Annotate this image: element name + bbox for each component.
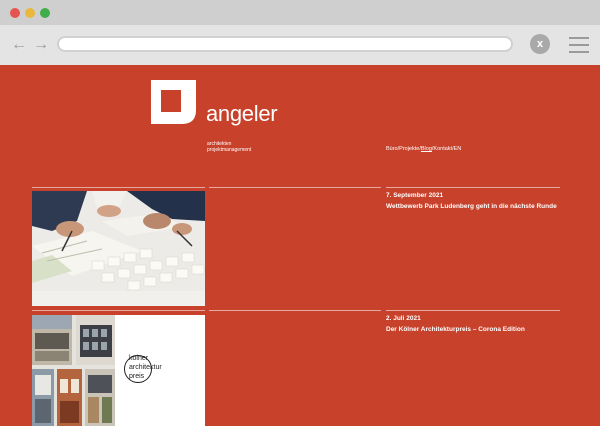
nav-item-projekte[interactable]: Projekte xyxy=(399,146,419,152)
window-close-dot[interactable] xyxy=(10,8,20,18)
award-logo-line: kölner xyxy=(129,355,149,362)
award-logo-text: kölner architektur preis xyxy=(129,354,162,381)
post-title-link[interactable]: Der Kölner Architekturpreis – Corona Edi… xyxy=(386,325,566,334)
divider xyxy=(386,310,560,311)
building-photo-collage xyxy=(32,315,115,426)
post-title-link[interactable]: Wettbewerb Park Ludenberg geht in die nä… xyxy=(386,202,566,211)
nav-item-en[interactable]: EN xyxy=(454,146,462,152)
post-date: 2. Juli 2021 xyxy=(386,315,421,322)
tagline: architekten projektmanagement xyxy=(207,141,251,153)
post-date: 7. September 2021 xyxy=(386,192,444,199)
award-logo-line: architektur xyxy=(129,364,162,371)
divider xyxy=(209,310,381,311)
window-minimize-dot[interactable] xyxy=(25,8,35,18)
close-icon[interactable]: x xyxy=(530,34,550,54)
tagline-line-2: projektmanagement xyxy=(207,147,252,153)
window-maximize-dot[interactable] xyxy=(40,8,50,18)
arrow-right-icon[interactable]: → xyxy=(32,36,50,54)
page-content: angeler architekten projektmanagement Bü… xyxy=(0,65,600,426)
nav-item-kontakt[interactable]: Kontakt xyxy=(433,146,452,152)
award-logo-line: preis xyxy=(129,373,145,380)
nav-item-buero[interactable]: Büro xyxy=(386,146,398,152)
title-bar xyxy=(0,0,600,25)
nav-item-blog[interactable]: Blog xyxy=(421,146,432,152)
post-image[interactable]: kölner architektur preis xyxy=(32,315,205,426)
divider xyxy=(209,187,381,188)
post-image[interactable] xyxy=(32,191,205,306)
logo-wordmark[interactable]: angeler xyxy=(206,101,278,127)
address-bar[interactable] xyxy=(57,36,513,52)
meeting-photo xyxy=(32,191,205,306)
browser-chrome: ← → x xyxy=(0,0,600,65)
divider xyxy=(32,310,205,311)
divider xyxy=(386,187,560,188)
arrow-left-icon[interactable]: ← xyxy=(10,36,28,54)
hamburger-icon[interactable] xyxy=(569,37,589,53)
main-nav: Büro/Projekte/Blog/Kontakt/EN xyxy=(386,146,461,152)
browser-toolbar: ← → x xyxy=(0,25,600,65)
logo-icon[interactable] xyxy=(151,80,196,124)
divider xyxy=(32,187,205,188)
